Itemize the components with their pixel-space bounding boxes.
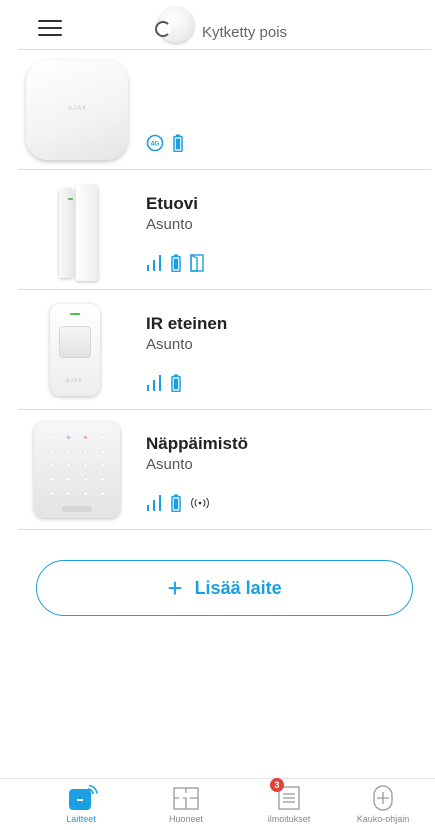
device-room: Asunto — [146, 216, 193, 233]
4g-label: 4G — [151, 141, 160, 148]
tab-rooms[interactable]: Huoneet — [146, 785, 226, 830]
device-room: Asunto — [146, 336, 193, 353]
keypad-button-dot — [101, 478, 104, 481]
tab-notifications[interactable]: 3 ilmoitukset — [249, 778, 329, 830]
keypad-button-dot — [67, 478, 70, 481]
door-open-icon — [190, 254, 204, 272]
device-name: Etuovi — [146, 194, 198, 213]
tab-label: Laitteet — [66, 814, 96, 824]
wireless-icon — [191, 497, 209, 509]
keypad-image — [26, 420, 128, 520]
add-device-label: Lisää laite — [194, 577, 282, 598]
battery-icon — [171, 494, 181, 512]
device-list: AJAX 4G Etuovi Asunto AJAX IR eteinen As… — [0, 50, 435, 530]
notification-count-badge: 3 — [270, 778, 284, 792]
device-name: Näppäimistö — [146, 434, 249, 453]
signal-icon — [147, 495, 161, 511]
device-status-icons — [146, 374, 181, 392]
keypad-button-dot — [50, 492, 53, 495]
device-row-door[interactable]: Etuovi Asunto — [18, 170, 431, 290]
device-name: IR eteinen — [146, 314, 228, 333]
hub-image: AJAX — [26, 60, 128, 160]
keypad-button-dot — [101, 450, 104, 453]
keypad-button-dot — [50, 436, 53, 439]
tab-remote-control[interactable]: Kauko-ohjain — [343, 785, 423, 830]
plus-icon: + — [167, 573, 183, 603]
4g-icon: 4G — [146, 134, 164, 152]
bottom-navigation: Laitteet Huoneet 3 ilmoitukset Kauko-ohj… — [0, 778, 435, 830]
device-status-icons — [146, 254, 204, 272]
remote-control-icon — [370, 785, 396, 811]
device-status-icons — [146, 494, 210, 512]
notifications-icon: 3 — [270, 778, 302, 811]
hub-disconnected-icon — [155, 7, 196, 47]
keypad-button-dot — [50, 464, 53, 467]
keypad-button-dot — [101, 464, 104, 467]
keypad-button-dot — [84, 464, 87, 467]
hub-status-icons: 4G — [146, 134, 183, 152]
hub-status-text: Kytketty pois — [202, 23, 288, 41]
keypad-button-dot — [67, 492, 70, 495]
rooms-icon — [173, 785, 199, 811]
battery-icon — [173, 134, 183, 152]
keypad-button-dot — [84, 492, 87, 495]
battery-icon — [171, 254, 181, 272]
keypad-button-dot — [50, 450, 53, 453]
device-row-hub[interactable]: AJAX 4G — [18, 50, 431, 170]
tab-label: ilmoitukset — [267, 814, 311, 824]
tab-label: Kauko-ohjain — [356, 814, 410, 824]
keypad-button-dot — [50, 478, 53, 481]
keypad-button-dot — [67, 450, 70, 453]
devices-icon — [68, 784, 98, 811]
tab-devices[interactable]: Laitteet — [41, 784, 121, 830]
top-bar: Kytketty pois — [0, 0, 435, 50]
device-row-keypad[interactable]: Näppäimistö Asunto — [18, 410, 431, 530]
keypad-button-dot — [84, 450, 87, 453]
door-sensor-image — [26, 180, 128, 281]
device-row-motion[interactable]: AJAX IR eteinen Asunto — [18, 290, 431, 410]
add-device-button[interactable]: + Lisää laite — [36, 560, 413, 616]
keypad-button-dot — [67, 436, 70, 439]
keypad-button-dot — [84, 478, 87, 481]
keypad-button-dot — [101, 492, 104, 495]
keypad-button-dot — [67, 464, 70, 467]
keypad-button-dot — [84, 436, 87, 439]
signal-icon — [147, 255, 161, 271]
device-room: Asunto — [146, 456, 193, 473]
tab-label: Huoneet — [168, 814, 204, 824]
hamburger-icon[interactable] — [38, 20, 62, 36]
battery-icon — [171, 374, 181, 392]
motion-sensor-image: AJAX — [26, 300, 128, 400]
hub-status[interactable]: Kytketty pois — [155, 7, 288, 47]
keypad-button-dot — [101, 436, 104, 439]
signal-icon — [147, 375, 161, 391]
